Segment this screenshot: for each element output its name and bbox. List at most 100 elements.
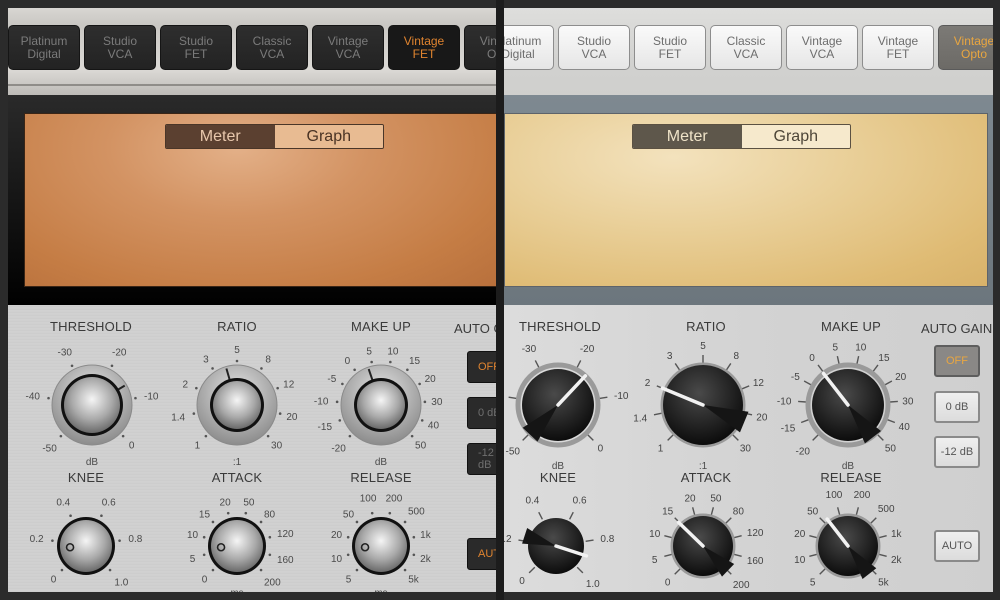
threshold-scale-tick	[599, 396, 608, 400]
attack-scale-label: 5	[190, 554, 196, 565]
release-scale-dot	[388, 511, 392, 515]
release-scale-label: 2k	[420, 554, 432, 565]
make-up-scale-tick	[856, 355, 860, 365]
threshold-scale-label: -40	[26, 392, 41, 403]
release-scale-tick	[809, 553, 818, 558]
threshold-knob[interactable]: -50-40-30-20-100dB	[504, 344, 629, 472]
preset-vintage-vca[interactable]: Vintage VCA	[786, 25, 858, 70]
ratio-knob[interactable]: 11.42358122030:1	[171, 345, 298, 468]
make-up-scale-tick	[836, 355, 840, 365]
graph-view-button[interactable]: Graph	[741, 125, 850, 148]
auto-gain-title: AUTO GAIN	[921, 321, 993, 336]
meter-view-button[interactable]: Meter	[633, 125, 742, 148]
make-up-scale-label: 15	[409, 356, 421, 367]
threshold-scale-tick	[522, 434, 529, 441]
make-up-label: MAKE UP	[821, 319, 881, 334]
release-scale-dot	[412, 535, 416, 539]
release-scale-label: 500	[408, 507, 425, 518]
preset-classic-vca[interactable]: Classic VCA	[236, 25, 308, 70]
knee-knob[interactable]: 0 0.2 0.4 0.6 0.8 1.0	[30, 497, 143, 588]
preset-selector: Platinum Digital Studio VCA Studio FET C…	[8, 25, 496, 72]
make-up-scale-label: 10	[855, 342, 867, 353]
auto-gain-minus12db-button[interactable]: -12 dB	[934, 436, 980, 468]
attack-label: ATTACK	[211, 470, 263, 485]
auto-gain-off-button[interactable]: OFF	[467, 351, 496, 383]
preset-vintage-opto[interactable]: Vintage Opto	[464, 25, 496, 70]
make-up-scale-label: 30	[902, 397, 914, 408]
attack-scale-dot	[202, 535, 206, 539]
make-up-scale-dot	[348, 434, 352, 438]
ratio-scale-label: 12	[753, 378, 765, 389]
controls-section: -50-40-30-20-100dB11.42358122030:1-20-15…	[8, 305, 496, 592]
make-up-scale-label: -20	[331, 443, 346, 454]
attack-scale-tick	[674, 568, 681, 575]
auto-gain-title: AUTO GAIN	[454, 321, 496, 336]
preset-vintage-opto[interactable]: Vintage Opto	[938, 25, 993, 70]
make-up-scale-tick	[817, 364, 824, 372]
preset-platinum-digital[interactable]: Platinum Digital	[504, 25, 554, 70]
ratio-scale-tick	[741, 385, 750, 390]
attack-knob[interactable]: 051015205080120160200ms	[649, 494, 764, 592]
attack-scale-dot	[211, 568, 215, 572]
ratio-knob-cap	[213, 381, 261, 429]
preset-classic-vca[interactable]: Classic VCA	[710, 25, 782, 70]
attack-scale-dot	[259, 520, 263, 524]
threshold-knob[interactable]: -50-40-30-20-100dB	[26, 348, 159, 468]
ratio-scale-label: 1.4	[633, 413, 647, 424]
make-up-scale-label: 40	[899, 422, 911, 433]
preset-vintage-fet[interactable]: Vintage FET	[862, 25, 934, 70]
make-up-scale-tick	[887, 419, 896, 424]
release-scale-label: 5k	[408, 575, 420, 586]
ratio-scale-label: 3	[667, 351, 673, 362]
auto-release-button[interactable]: AUTO	[467, 538, 496, 570]
make-up-scale-dot	[423, 400, 427, 404]
preset-vintage-fet[interactable]: Vintage FET	[388, 25, 460, 70]
attack-scale-label: 80	[733, 507, 745, 518]
make-up-scale-tick	[889, 400, 898, 403]
graph-view-button[interactable]: Graph	[274, 125, 383, 148]
make-up-scale-dot	[338, 419, 342, 422]
release-knob[interactable]: 51020501002005001k2k5kms	[794, 490, 902, 592]
make-up-knob-cap	[357, 381, 405, 429]
attack-scale-dot	[268, 553, 272, 557]
ratio-knob[interactable]: 11.42358122030:1	[633, 341, 768, 472]
attack-scale-label: 120	[277, 529, 294, 540]
release-scale-dot	[412, 553, 416, 557]
attack-knob-cap	[211, 520, 263, 572]
make-up-knob[interactable]: -20-15-10-505 101520304050dB	[777, 342, 914, 472]
attack-scale-label: 15	[662, 507, 674, 518]
attack-scale-dot	[211, 520, 215, 524]
preset-studio-vca[interactable]: Studio VCA	[84, 25, 156, 70]
ratio-scale-dot	[260, 367, 263, 370]
make-up-scale-dot	[353, 368, 356, 372]
preset-platinum-digital[interactable]: Platinum Digital	[8, 25, 80, 70]
make-up-scale-label: 5	[832, 342, 838, 353]
knee-scale-label: 1.0	[114, 577, 128, 588]
knee-scale-label: 1.0	[586, 579, 600, 590]
ratio-scale-label: 5	[700, 341, 706, 352]
preset-vintage-vca[interactable]: Vintage VCA	[312, 25, 384, 70]
auto-gain-0db-button[interactable]: 0 dB	[467, 397, 496, 429]
attack-scale-label: 20	[220, 498, 232, 509]
make-up-scale-tick	[877, 434, 884, 441]
make-up-knob[interactable]: -20-15-10-505 101520304050dB	[314, 346, 443, 468]
meter-view-button[interactable]: Meter	[166, 125, 275, 148]
auto-release-button[interactable]: AUTO	[934, 530, 980, 562]
ratio-scale-tick	[653, 412, 662, 416]
auto-gain-0db-button[interactable]: 0 dB	[934, 391, 980, 423]
release-knob[interactable]: 51020501002005001k2k5kms	[331, 494, 432, 592]
attack-knob[interactable]: 051015205080120160200ms	[187, 498, 294, 592]
knee-scale-label: 0.6	[573, 496, 587, 507]
ratio-scale-label: 1	[195, 441, 201, 452]
ratio-scale-dot	[235, 359, 239, 363]
make-up-scale-label: 50	[415, 441, 427, 452]
knee-knob[interactable]: 0 0.2 0.4 0.6 0.8 1.0	[504, 496, 615, 590]
ratio-scale-label: 30	[740, 443, 752, 454]
preset-studio-vca[interactable]: Studio VCA	[558, 25, 630, 70]
preset-studio-fet[interactable]: Studio FET	[634, 25, 706, 70]
preset-studio-fet[interactable]: Studio FET	[160, 25, 232, 70]
auto-gain-minus12db-button[interactable]: -12 dB	[467, 443, 496, 475]
knee-scale-label: 0.6	[102, 497, 116, 508]
ratio-scale-label: 8	[265, 354, 271, 365]
auto-gain-off-button[interactable]: OFF	[934, 345, 980, 377]
